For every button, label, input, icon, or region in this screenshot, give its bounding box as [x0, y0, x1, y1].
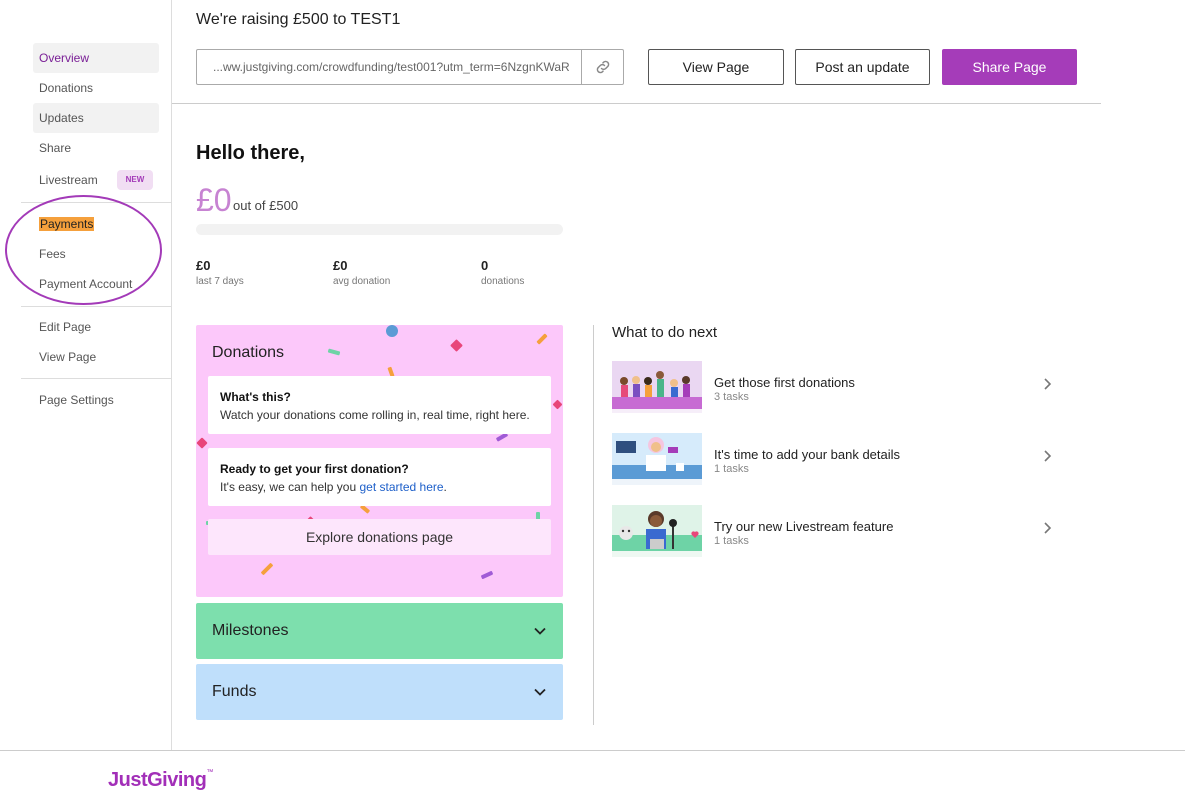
highlight-circle-annotation — [5, 195, 162, 305]
bank-illustration-icon — [612, 433, 702, 485]
column-divider — [593, 325, 594, 725]
get-started-link[interactable]: get started here — [359, 480, 443, 494]
stat-avg-value: £0 — [333, 258, 348, 273]
livestream-illustration-icon — [612, 505, 702, 557]
task-count: 3 tasks — [714, 391, 749, 403]
header-divider — [172, 103, 1101, 104]
task-first-donations[interactable]: Get those first donations 3 tasks — [612, 361, 1062, 413]
chevron-right-icon — [1044, 522, 1052, 534]
confetti-dot — [386, 325, 398, 337]
confetti-piece — [536, 333, 548, 345]
chevron-right-icon — [1044, 378, 1052, 390]
stat-last7-value: £0 — [196, 258, 211, 273]
justgiving-logo[interactable]: JustGiving™ — [108, 769, 213, 792]
sidebar-item-edit-page[interactable]: Edit Page — [33, 312, 159, 342]
whats-this-box: What's this? Watch your donations come r… — [208, 376, 551, 434]
fundraising-progress-bar — [196, 224, 563, 235]
first-donation-box: Ready to get your first donation? It's e… — [208, 448, 551, 506]
what-to-do-next-heading: What to do next — [612, 324, 718, 341]
chevron-right-icon — [1044, 450, 1052, 462]
link-icon — [596, 60, 609, 74]
task-livestream[interactable]: Try our new Livestream feature 1 tasks — [612, 505, 1062, 557]
sidebar-divider — [21, 378, 171, 379]
page-url-field[interactable]: ...ww.justgiving.com/crowdfunding/test00… — [196, 49, 624, 85]
sidebar-item-page-settings[interactable]: Page Settings — [33, 385, 159, 415]
sidebar-item-updates[interactable]: Updates — [33, 103, 159, 133]
stat-count-value: 0 — [481, 258, 489, 273]
whats-this-text: Watch your donations come rolling in, re… — [220, 408, 530, 422]
task-count: 1 tasks — [714, 463, 749, 475]
sidebar: Overview Donations Updates Share Livestr… — [0, 0, 172, 750]
stat-count-label: donations — [481, 276, 525, 287]
confetti-piece — [327, 348, 341, 356]
first-donation-text: It's easy, we can help you get started h… — [220, 480, 539, 494]
funds-title: Funds — [212, 683, 257, 700]
task-title: Try our new Livestream feature — [714, 519, 894, 534]
sidebar-item-donations[interactable]: Donations — [33, 73, 159, 103]
confetti-heart — [450, 339, 463, 352]
first-donation-text-end: . — [443, 480, 447, 494]
new-badge: NEW — [117, 170, 153, 190]
first-donation-heading: Ready to get your first donation? — [220, 462, 409, 476]
chevron-down-icon — [534, 688, 546, 696]
sidebar-item-view-page[interactable]: View Page — [33, 342, 159, 372]
stat-avg-label: avg donation — [333, 276, 391, 287]
explore-donations-button[interactable]: Explore donations page — [208, 519, 551, 555]
copy-link-button[interactable] — [581, 50, 623, 84]
chevron-down-icon — [534, 627, 546, 635]
donations-card: Donations What's this? Watch your donati… — [196, 325, 563, 597]
task-bank-details[interactable]: It's time to add your bank details 1 tas… — [612, 433, 1062, 485]
greeting-heading: Hello there, — [196, 142, 305, 164]
view-page-button[interactable]: View Page — [648, 49, 784, 85]
milestones-accordion[interactable]: Milestones — [196, 603, 563, 659]
sidebar-item-overview[interactable]: Overview — [33, 43, 159, 73]
people-illustration-icon — [612, 361, 702, 413]
share-page-button[interactable]: Share Page — [942, 49, 1077, 85]
whats-this-heading: What's this? — [220, 390, 291, 404]
logo-text: JustGiving — [108, 769, 207, 791]
stat-last7-label: last 7 days — [196, 276, 244, 287]
footer-divider — [0, 750, 1185, 751]
confetti-piece — [480, 570, 494, 580]
trademark-symbol: ™ — [206, 769, 213, 776]
page-url-text[interactable]: ...ww.justgiving.com/crowdfunding/test00… — [213, 50, 573, 84]
donations-card-title: Donations — [212, 344, 285, 361]
funds-accordion[interactable]: Funds — [196, 664, 563, 720]
milestones-title: Milestones — [212, 622, 289, 639]
confetti-piece — [260, 562, 274, 576]
task-title: Get those first donations — [714, 375, 855, 390]
sidebar-item-share[interactable]: Share — [33, 133, 159, 163]
page-title: We're raising £500 to TEST1 — [196, 11, 401, 28]
confetti-heart — [196, 437, 208, 449]
raised-amount: £0 — [196, 182, 232, 218]
sidebar-divider — [21, 306, 171, 307]
post-update-button[interactable]: Post an update — [795, 49, 930, 85]
confetti-heart — [552, 399, 563, 410]
task-count: 1 tasks — [714, 535, 749, 547]
first-donation-text-start: It's easy, we can help you — [220, 480, 360, 494]
target-text: out of £500 — [233, 198, 299, 213]
task-title: It's time to add your bank details — [714, 447, 901, 462]
